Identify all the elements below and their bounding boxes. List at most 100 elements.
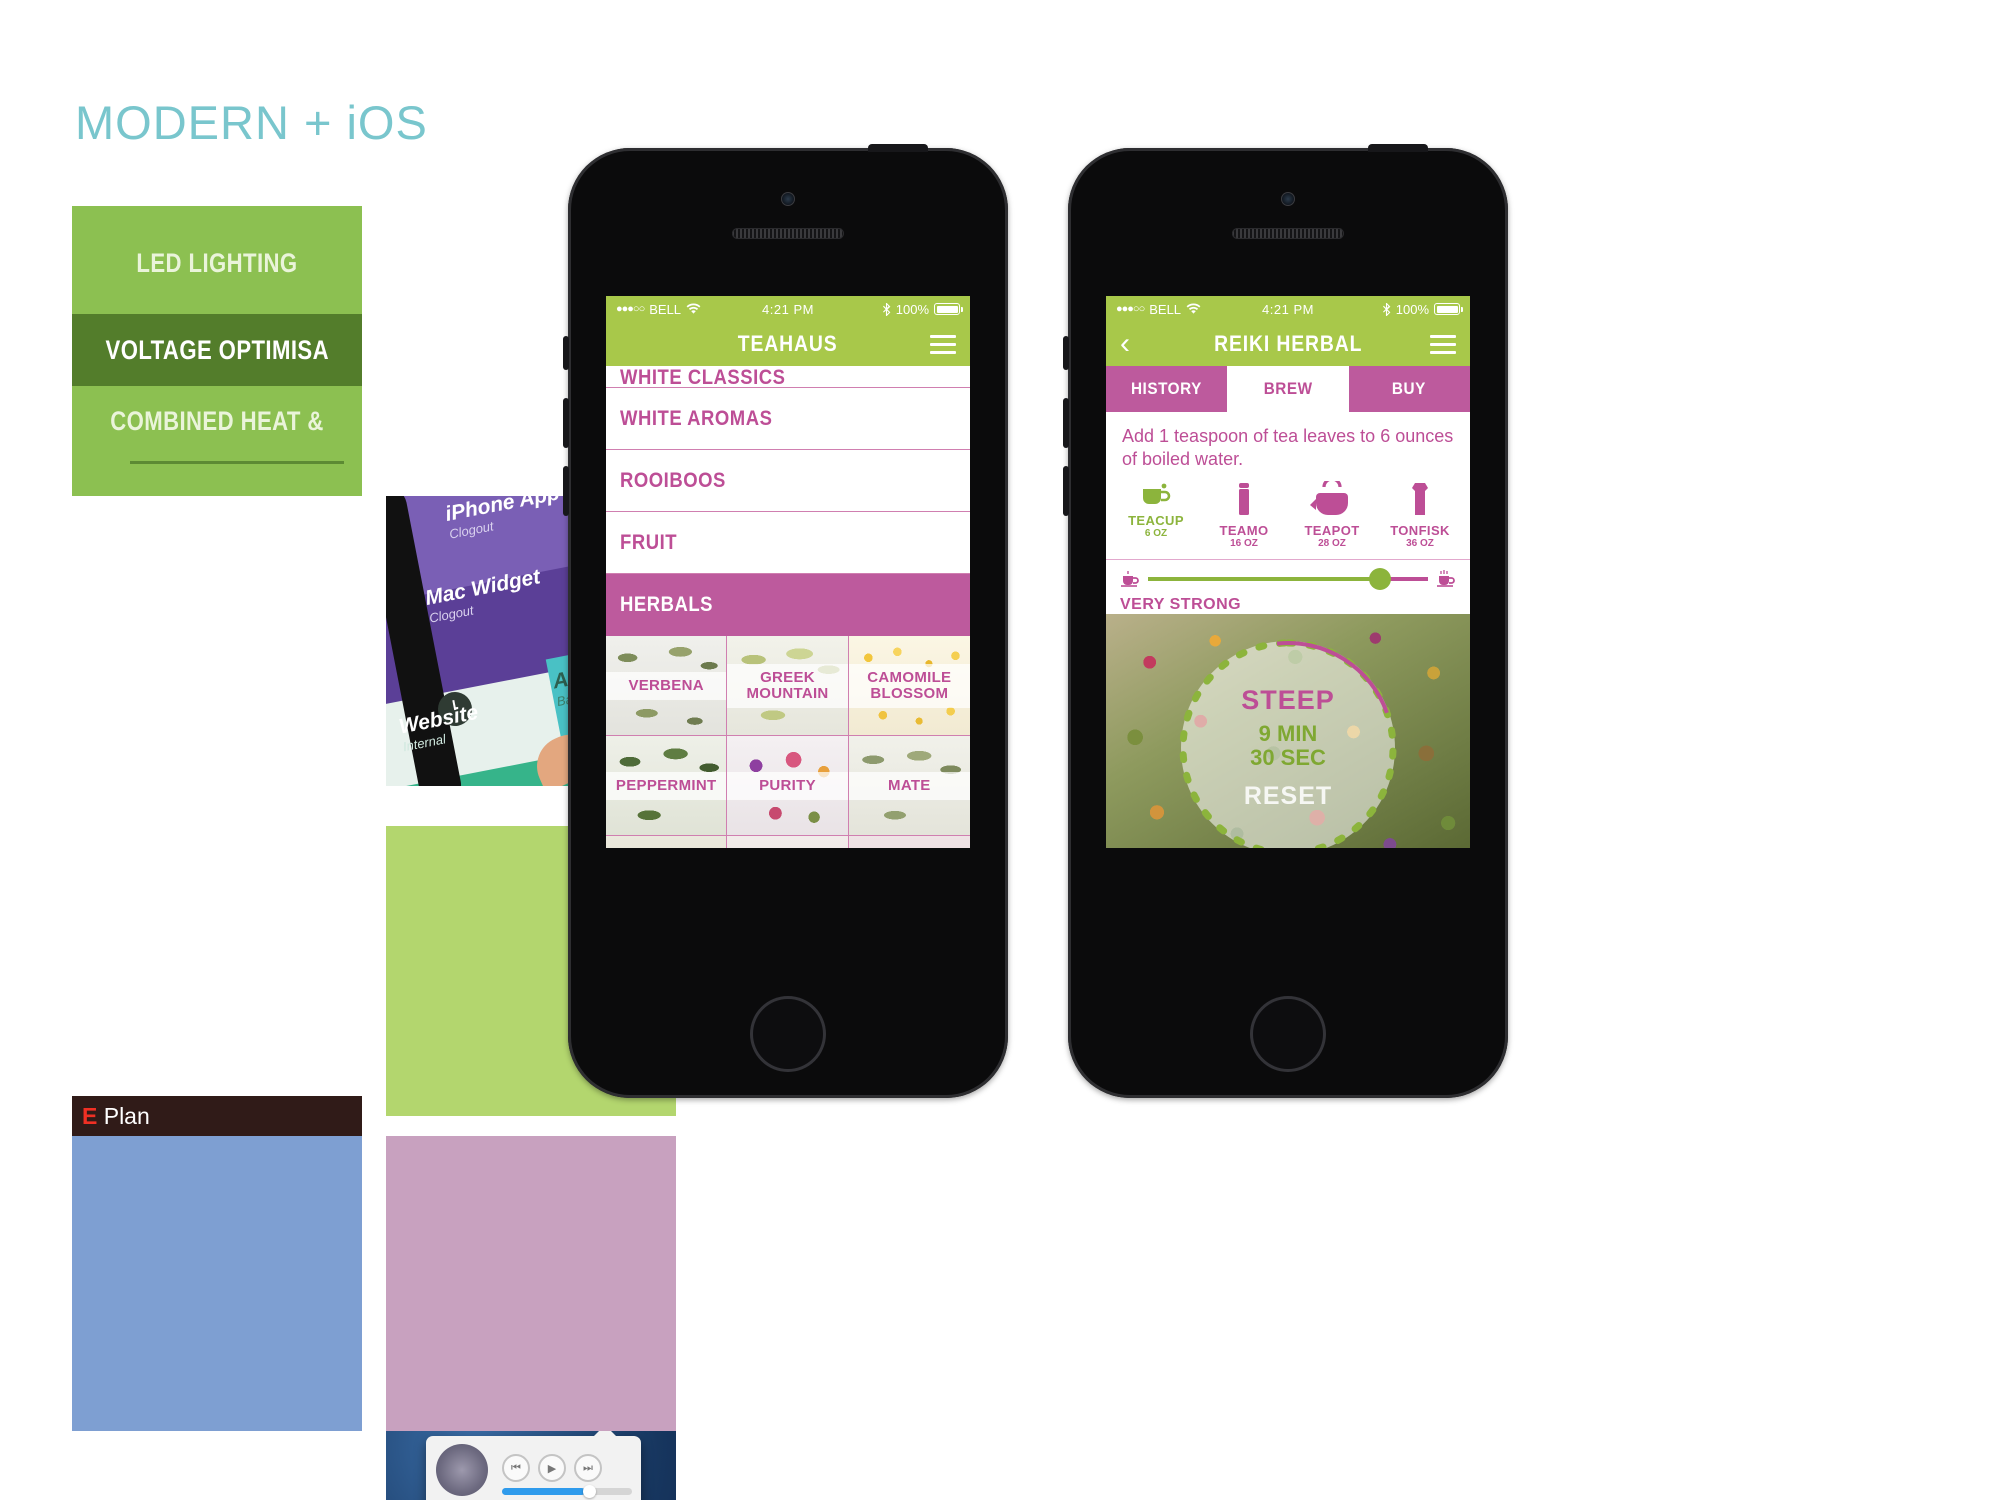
led-row-label: LED LIGHTING — [136, 248, 298, 278]
screen-reiki-herbal: ●●●○○ BELL 4:21 PM 100% ‹ REIKI HERBAL H… — [1106, 296, 1470, 848]
battery-icon — [934, 303, 964, 315]
play-icon[interactable]: ▶ — [538, 1454, 566, 1482]
progress-slider[interactable] — [502, 1485, 632, 1498]
tab-buy[interactable]: BUY — [1348, 366, 1470, 412]
vessel-name: TEAMO — [1219, 523, 1269, 538]
category-item-white-classics[interactable]: WHITE CLASSICS — [606, 366, 970, 388]
category-item-herbals[interactable]: HERBALS — [606, 574, 970, 636]
vessel-size: 28 OZ — [1318, 538, 1346, 549]
brew-instruction: Add 1 teaspoon of tea leaves to 6 ounces… — [1122, 426, 1454, 469]
strength-slider[interactable] — [1148, 568, 1428, 590]
tea-label: PEPPERMINT — [606, 771, 727, 800]
plan-name: E Plan — [82, 1103, 150, 1129]
silent-switch[interactable] — [563, 336, 569, 370]
app-title: REIKI HERBAL — [1213, 331, 1363, 356]
battery-percent-label: 100% — [1395, 301, 1430, 317]
tea-tile[interactable]: PURITY — [727, 736, 849, 836]
iphone-teahaus: ●●●○○ BELL 4:21 PM 100% TEAHAUS WHITE CL… — [563, 144, 1008, 1098]
earpiece-speaker — [732, 228, 844, 239]
blue-swatch — [72, 1136, 362, 1431]
carrier-label: BELL — [649, 301, 682, 317]
battery-icon — [1434, 303, 1464, 315]
volume-down-button[interactable] — [1063, 466, 1069, 516]
tea-label: CAMOMILE BLOSSOM — [848, 663, 970, 708]
power-button[interactable] — [868, 144, 928, 152]
clock-label: 4:21 PM — [762, 301, 814, 317]
carrier-label: BELL — [1149, 301, 1182, 317]
status-bar: ●●●○○ BELL 4:21 PM 100% — [1106, 296, 1470, 322]
teacup-icon — [1143, 483, 1171, 504]
bluetooth-icon — [882, 302, 891, 316]
tea-tile[interactable]: PEPPERMINT — [606, 736, 728, 836]
nav-bar: TEAHAUS — [606, 322, 970, 366]
steep-timer-area: STEEP 9 MIN 30 SEC RESET — [1106, 614, 1470, 848]
carafe-icon — [1412, 483, 1428, 515]
tab-history[interactable]: HISTORY — [1106, 366, 1228, 412]
slider-fill — [1148, 577, 1381, 581]
vessel-name: TEAPOT — [1304, 523, 1360, 538]
vessel-name: TONFISK — [1390, 523, 1450, 538]
tea-label: GREEK MOUNTAIN — [727, 663, 848, 708]
tea-grid: VERBENA GREEK MOUNTAIN CAMOMILE BLOSSOM … — [606, 636, 970, 848]
silent-switch[interactable] — [1063, 336, 1069, 370]
tea-tile[interactable]: ROASTED MATE — [606, 836, 728, 848]
tea-photo — [727, 836, 848, 848]
earpiece-speaker — [1232, 228, 1344, 239]
front-camera — [781, 192, 795, 206]
tea-label: PURITY — [727, 771, 848, 800]
divider — [130, 461, 344, 464]
hamburger-icon[interactable] — [930, 335, 956, 359]
category-item-white-aromas[interactable]: WHITE AROMAS — [606, 388, 970, 450]
chevron-left-icon[interactable]: ‹ — [1120, 329, 1130, 359]
page-title: MODERN + iOS — [75, 96, 428, 149]
vessel-size: 16 OZ — [1230, 538, 1258, 549]
signal-dots-icon: ●●●○○ — [616, 303, 645, 315]
vessel-option-teapot[interactable]: TEAPOT 28 OZ — [1288, 481, 1376, 549]
clock-label: 4:21 PM — [1262, 301, 1314, 317]
vessel-option-teacup[interactable]: TEACUP 6 OZ — [1112, 481, 1200, 549]
category-list: WHITE CLASSICS WHITE AROMAS ROOIBOOS FRU… — [606, 366, 970, 636]
tea-tile[interactable]: VERBENA — [606, 636, 728, 736]
slide-canvas: MODERN + iOS LED LIGHTING VOLTAGE OPTIMI… — [0, 0, 2000, 1500]
tea-photo — [606, 836, 727, 848]
tea-label: VERBENA — [606, 671, 727, 700]
category-item-rooiboos[interactable]: ROOIBOOS — [606, 450, 970, 512]
tea-tile[interactable]: CAMOMILE BLOSSOM — [848, 636, 970, 736]
next-icon[interactable]: ⏭ — [574, 1454, 602, 1482]
home-button[interactable] — [1250, 996, 1326, 1072]
small-cup-icon — [1121, 571, 1139, 587]
thumbnail-led-lighting[interactable]: LED LIGHTING VOLTAGE OPTIMISA COMBINED H… — [72, 206, 362, 496]
signal-dots-icon: ●●●○○ — [1116, 303, 1145, 315]
volume-up-button[interactable] — [1063, 398, 1069, 448]
bluetooth-icon — [1382, 302, 1391, 316]
tumbler-icon — [1239, 483, 1249, 515]
hamburger-icon[interactable] — [1430, 335, 1456, 359]
tea-photo — [848, 836, 970, 848]
steep-timer-dial[interactable]: STEEP 9 MIN 30 SEC RESET — [1179, 639, 1397, 848]
timer-progress-ring — [1179, 639, 1397, 848]
tab-brew[interactable]: BREW — [1227, 366, 1349, 412]
vessel-option-tonfisk[interactable]: TONFISK 36 OZ — [1376, 481, 1464, 549]
vessel-size: 6 OZ — [1144, 528, 1168, 539]
led-row-active-label: VOLTAGE OPTIMISA — [72, 314, 362, 386]
strength-control: VERY STRONG — [1106, 560, 1470, 614]
category-item-fruit[interactable]: FRUIT — [606, 512, 970, 574]
tea-tile[interactable]: GREEK MOUNTAIN — [727, 636, 849, 736]
teapot-icon — [1310, 481, 1348, 515]
screen-teahaus: ●●●○○ BELL 4:21 PM 100% TEAHAUS WHITE CL… — [606, 296, 970, 848]
vessel-option-teamo[interactable]: TEAMO 16 OZ — [1200, 481, 1288, 549]
tea-tile[interactable]: MATE — [848, 736, 970, 836]
vessel-selector: TEACUP 6 OZ TEAMO 16 OZ TEAPOT 28 OZ TON… — [1106, 481, 1470, 560]
slider-handle[interactable] — [1369, 568, 1392, 590]
wifi-icon — [1186, 303, 1201, 314]
power-button[interactable] — [1368, 144, 1428, 152]
tea-tile[interactable]: HIBISCUS BLOSSOM — [848, 836, 970, 848]
volume-down-button[interactable] — [563, 466, 569, 516]
tea-tile[interactable]: GOURMET — [727, 836, 849, 848]
prev-icon[interactable]: ⏮ — [502, 1454, 530, 1482]
app-title: TEAHAUS — [738, 331, 838, 356]
wifi-icon — [686, 303, 701, 314]
volume-up-button[interactable] — [563, 398, 569, 448]
tea-label: MATE — [848, 771, 970, 800]
home-button[interactable] — [750, 996, 826, 1072]
